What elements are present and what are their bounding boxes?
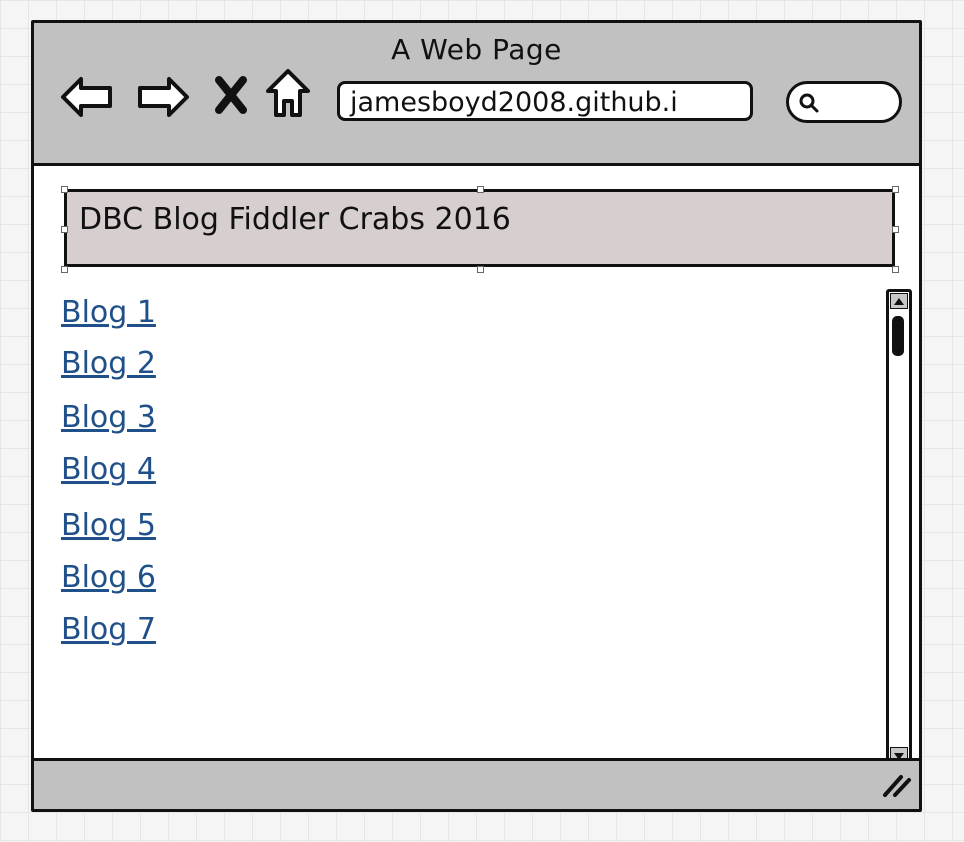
blog-link-7[interactable]: Blog 7 — [61, 612, 156, 647]
selection-handle — [892, 186, 899, 193]
selection-handle — [61, 266, 68, 273]
triangle-up-icon — [894, 298, 904, 305]
blog-link-3[interactable]: Blog 3 — [61, 400, 156, 435]
selection-handle — [61, 226, 68, 233]
selection-handle — [892, 226, 899, 233]
browser-toolbar: A Web Page jamesboyd2008.github.i — [34, 23, 919, 166]
close-x-icon[interactable] — [214, 75, 248, 115]
scroll-thumb[interactable] — [892, 316, 904, 356]
window-title: A Web Page — [391, 33, 562, 66]
blog-link-4[interactable]: Blog 4 — [61, 452, 156, 487]
blog-link-2[interactable]: Blog 2 — [61, 346, 156, 381]
selection-handle — [477, 266, 484, 273]
status-bar — [34, 758, 919, 809]
magnifier-icon — [797, 91, 821, 119]
scroll-up-button[interactable] — [890, 293, 908, 309]
search-input[interactable] — [786, 81, 902, 123]
selection-handle — [61, 186, 68, 193]
blog-link-1[interactable]: Blog 1 — [61, 295, 156, 330]
vertical-scrollbar[interactable] — [886, 289, 912, 767]
resize-grip-icon[interactable] — [879, 769, 913, 803]
home-icon[interactable] — [264, 67, 312, 119]
browser-window: A Web Page jamesboyd2008.github.i DBC Bl… — [31, 20, 922, 812]
selection-handle — [892, 266, 899, 273]
address-bar[interactable]: jamesboyd2008.github.i — [337, 81, 753, 121]
blog-link-5[interactable]: Blog 5 — [61, 508, 156, 543]
page-header: DBC Blog Fiddler Crabs 2016 — [64, 189, 895, 267]
page-title: DBC Blog Fiddler Crabs 2016 — [79, 202, 511, 237]
blog-link-6[interactable]: Blog 6 — [61, 560, 156, 595]
back-arrow-icon[interactable] — [59, 73, 115, 121]
forward-arrow-icon[interactable] — [135, 73, 191, 121]
selection-handle — [477, 186, 484, 193]
